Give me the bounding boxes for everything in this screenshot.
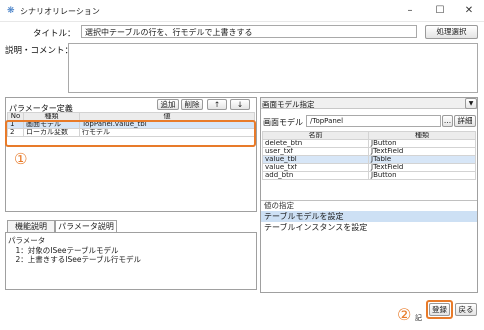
screen-model-header: 画面モデル指定 — [262, 100, 315, 109]
close-button[interactable]: ✕ — [455, 3, 483, 18]
title-input[interactable]: 選択中テーブルの行を、行モデルで上書きする — [81, 25, 417, 38]
component-name: value_tbl — [262, 155, 369, 164]
screen-model-input[interactable]: /TopPanel — [306, 115, 441, 127]
screen-model-label: 画面モデル — [263, 118, 303, 127]
component-kind: JTable — [368, 155, 476, 164]
component-name: value_txf — [262, 163, 369, 172]
component-name: user_txf — [262, 147, 369, 156]
table-row[interactable]: add_btn JButton — [262, 171, 476, 180]
type-spec-list: 値の指定 テーブルモデルを設定 テーブルインスタンスを設定 — [261, 200, 477, 292]
highlight-box-2 — [426, 300, 453, 319]
type-spec-header: 値の指定 — [264, 201, 294, 210]
detail-button[interactable]: 詳細 — [454, 115, 476, 127]
table-row[interactable]: value_txf JTextField — [262, 163, 476, 172]
description-input[interactable] — [68, 43, 478, 93]
title-label: タイトル： — [33, 29, 76, 39]
screen-model-dropdown-icon[interactable]: ▼ — [465, 98, 477, 109]
table-row[interactable]: user_txf JTextField — [262, 147, 476, 156]
list-item[interactable]: テーブルモデルを設定 — [261, 211, 477, 222]
window-title: シナリオリレーション — [20, 7, 100, 16]
tab-parameter-description[interactable]: パラメータ説明 — [55, 220, 117, 232]
component-table: 名前 種類 delete_btn JButton user_txf JTextF… — [262, 131, 476, 180]
column-header-kind: 種類 — [368, 131, 476, 140]
move-down-button[interactable]: ↓ — [230, 99, 250, 110]
description-line: 2：上書きするISeeテーブル行モデル — [8, 255, 142, 264]
minimize-button[interactable]: – — [396, 3, 424, 18]
tab-function-description[interactable]: 機能説明 — [7, 220, 55, 232]
column-header-name: 名前 — [262, 131, 369, 140]
delete-parameter-button[interactable]: 削除 — [181, 99, 203, 110]
description-line: パラメータ — [8, 236, 46, 245]
list-item[interactable]: テーブルインスタンスを設定 — [261, 222, 477, 233]
maximize-button[interactable]: ☐ — [426, 3, 454, 18]
add-parameter-button[interactable]: 追加 — [157, 99, 179, 110]
annotation-number-2: ② — [397, 305, 412, 324]
component-kind: JTextField — [368, 163, 476, 172]
footer-caption: 記 — [415, 314, 422, 322]
component-name: delete_btn — [262, 139, 369, 148]
highlight-box-1 — [5, 120, 256, 147]
back-button[interactable]: 戻る — [455, 303, 477, 316]
app-icon: ❋ — [7, 6, 15, 16]
table-row[interactable]: delete_btn JButton — [262, 139, 476, 148]
process-select-button[interactable]: 処理選択 — [425, 25, 478, 39]
component-kind: JButton — [368, 171, 476, 180]
component-kind: JButton — [368, 139, 476, 148]
browse-button[interactable]: ... — [442, 115, 453, 127]
component-name: add_btn — [262, 171, 369, 180]
move-up-button[interactable]: ↑ — [207, 99, 227, 110]
description-label: 説明・コメント： — [5, 46, 74, 56]
parameter-description-text: パラメータ 1：対象のISeeテーブルモデル 2：上書きするISeeテーブル行モ… — [8, 236, 141, 265]
annotation-number-1: ① — [14, 150, 28, 168]
description-line: 1：対象のISeeテーブルモデル — [8, 245, 119, 255]
table-row[interactable]: value_tbl JTable — [262, 155, 476, 164]
component-kind: JTextField — [368, 147, 476, 156]
